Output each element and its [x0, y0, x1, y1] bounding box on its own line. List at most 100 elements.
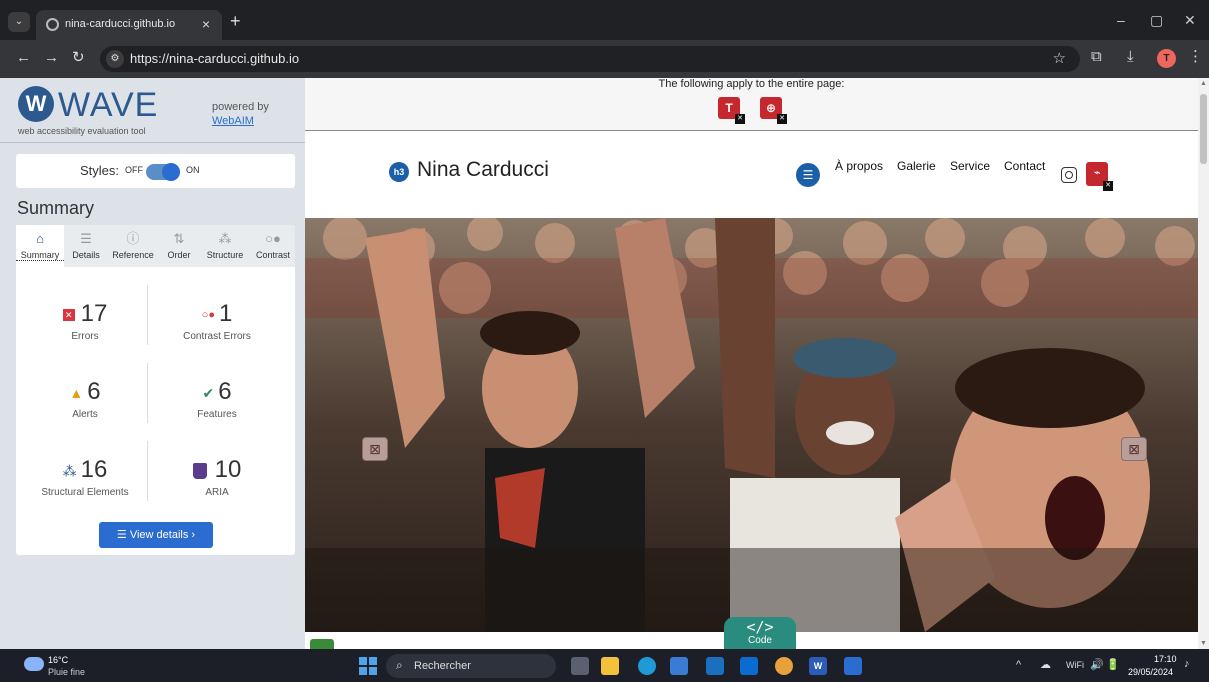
- code-toggle-button[interactable]: </> Code: [724, 617, 796, 649]
- weather-cloud-icon[interactable]: [24, 657, 44, 671]
- crowd-photo: [305, 218, 1198, 632]
- tab-label: Reference: [112, 250, 154, 260]
- battery-icon[interactable]: 🔋: [1106, 659, 1120, 671]
- tab-details[interactable]: ☰ Details: [65, 225, 107, 267]
- badge-globe: ⊕: [765, 101, 777, 115]
- summary-panel: ⌂ Summary ☰ Details ⓘ Reference ⇅ Order …: [16, 225, 295, 555]
- webaim-link[interactable]: WebAIM: [212, 115, 254, 127]
- toggle-knob: [162, 163, 180, 181]
- extensions-icon[interactable]: ⧉: [1091, 49, 1102, 64]
- photos-icon[interactable]: [844, 657, 862, 675]
- weather-temperature[interactable]: 16°C: [48, 655, 68, 665]
- windows-start-icon[interactable]: [359, 657, 377, 675]
- missing-alt-badge-icon[interactable]: ⊠: [362, 437, 388, 461]
- info-icon: ⓘ: [126, 231, 140, 246]
- tab-label: Contrast: [255, 250, 290, 260]
- nav-link-service[interactable]: Service: [950, 159, 990, 173]
- bookmark-star-icon[interactable]: ☆: [1053, 49, 1066, 67]
- nav-link-a-propos[interactable]: À propos: [835, 159, 883, 173]
- word-icon[interactable]: W: [809, 657, 827, 675]
- evaluated-page: The following apply to the entire page: …: [305, 78, 1198, 649]
- structure-icon: ⁂: [62, 462, 77, 479]
- missing-alt-badge-icon[interactable]: ⊠: [1121, 437, 1147, 461]
- tab-reference[interactable]: ⓘ Reference: [108, 225, 158, 267]
- stat-features[interactable]: ✔ 6 Features: [154, 377, 280, 420]
- vscode-icon[interactable]: [740, 657, 758, 675]
- view-details-button[interactable]: ☰ View details ›: [99, 522, 213, 548]
- aria-icon: [192, 462, 207, 479]
- menu-kebab-icon[interactable]: ⋮: [1188, 49, 1203, 64]
- wifi-icon[interactable]: WiFi: [1066, 659, 1084, 671]
- tab-search-chevron-icon[interactable]: ⌄: [8, 12, 30, 32]
- tray-chevron-icon[interactable]: ^: [1016, 659, 1021, 671]
- alerts-count: 6: [87, 378, 101, 405]
- reload-icon[interactable]: ↻: [72, 50, 85, 65]
- volume-icon[interactable]: 🔊: [1090, 659, 1104, 671]
- search-icon: ⌕: [396, 658, 403, 672]
- styles-toggle[interactable]: [146, 163, 180, 181]
- file-explorer-icon[interactable]: [601, 657, 619, 675]
- site-header: h3 Nina Carducci ☰ À propos Galerie Serv…: [305, 132, 1198, 218]
- nav-link-galerie[interactable]: Galerie: [897, 159, 936, 173]
- wave-sidebar: W WAVE web accessibility evaluation tool…: [0, 78, 305, 649]
- features-label: Features: [197, 409, 237, 420]
- text-error-badge-icon[interactable]: T ✕: [718, 97, 745, 124]
- feature-badge-icon[interactable]: [310, 639, 334, 649]
- badge-x-icon: ✕: [735, 114, 745, 124]
- url-text[interactable]: https://nina-carducci.github.io: [130, 51, 299, 66]
- language-error-badge-icon[interactable]: ⊕ ✕: [760, 97, 787, 124]
- tab-contrast[interactable]: ○● Contrast: [251, 225, 295, 267]
- instagram-icon[interactable]: [1061, 167, 1077, 183]
- store-icon[interactable]: [670, 657, 688, 675]
- download-icon[interactable]: ⤓: [1127, 49, 1134, 64]
- errors-label: Errors: [71, 331, 99, 342]
- powered-by-label: powered by: [212, 101, 269, 113]
- stat-alerts[interactable]: ▲ 6 Alerts: [22, 377, 148, 420]
- onedrive-icon[interactable]: ☁: [1040, 659, 1051, 671]
- features-count: 6: [218, 378, 232, 405]
- scroll-up-icon[interactable]: ▲: [1198, 80, 1209, 87]
- taskbar-search[interactable]: ⌕ Rechercher: [386, 654, 556, 678]
- tab-close-button[interactable]: ×: [202, 16, 210, 32]
- scroll-thumb[interactable]: [1200, 94, 1207, 164]
- stat-aria[interactable]: 10 ARIA: [154, 455, 280, 498]
- divider: [147, 441, 148, 501]
- list-structure-icon[interactable]: ☰: [796, 163, 820, 187]
- browser-tab[interactable]: nina-carducci.github.io ×: [36, 10, 222, 40]
- scroll-down-icon[interactable]: ▼: [1198, 640, 1209, 647]
- new-tab-button[interactable]: +: [230, 12, 241, 30]
- clock-date[interactable]: 29/05/2024: [1128, 667, 1173, 677]
- styles-toggle-box: Styles: OFF ON: [16, 154, 295, 188]
- stat-contrast-errors[interactable]: ○● 1 Contrast Errors: [154, 299, 280, 342]
- tab-summary[interactable]: ⌂ Summary: [16, 225, 64, 267]
- alerts-label: Alerts: [72, 409, 98, 420]
- chrome-icon[interactable]: [775, 657, 793, 675]
- minimize-button[interactable]: –: [1117, 12, 1125, 28]
- structural-count: 16: [80, 456, 108, 483]
- site-info-icon[interactable]: ⚙: [106, 50, 124, 68]
- edge-icon[interactable]: [638, 657, 656, 675]
- dell-icon[interactable]: [706, 657, 724, 675]
- forward-icon[interactable]: →: [44, 50, 59, 65]
- tab-order[interactable]: ⇅ Order: [160, 225, 198, 267]
- errors-count: 17: [80, 300, 108, 327]
- stat-structural[interactable]: ⁂ 16 Structural Elements: [22, 455, 148, 498]
- task-view-icon[interactable]: [571, 657, 589, 675]
- stat-errors[interactable]: ✕ 17 Errors: [22, 299, 148, 342]
- weather-description[interactable]: Pluie fine: [48, 667, 85, 677]
- page-scrollbar[interactable]: ▲ ▼: [1198, 78, 1209, 649]
- aria-label: ARIA: [205, 487, 229, 498]
- close-window-button[interactable]: ✕: [1184, 12, 1196, 29]
- heading-h3-icon[interactable]: h3: [389, 162, 409, 182]
- profile-avatar[interactable]: T: [1157, 49, 1176, 68]
- address-bar[interactable]: ⚙ https://nina-carducci.github.io ☆: [100, 46, 1080, 72]
- notification-bell-icon[interactable]: ♪: [1184, 658, 1190, 670]
- tab-structure[interactable]: ⁂ Structure: [200, 225, 250, 267]
- link-error-badge-icon[interactable]: ⌁ ✕: [1086, 162, 1113, 191]
- back-icon[interactable]: ←: [16, 50, 31, 65]
- order-icon: ⇅: [173, 231, 185, 246]
- clock-time[interactable]: 17:10: [1154, 654, 1177, 664]
- nav-link-contact[interactable]: Contact: [1004, 159, 1045, 173]
- maximize-button[interactable]: ▢: [1150, 12, 1163, 29]
- wave-logo-text: WAVE: [58, 86, 159, 124]
